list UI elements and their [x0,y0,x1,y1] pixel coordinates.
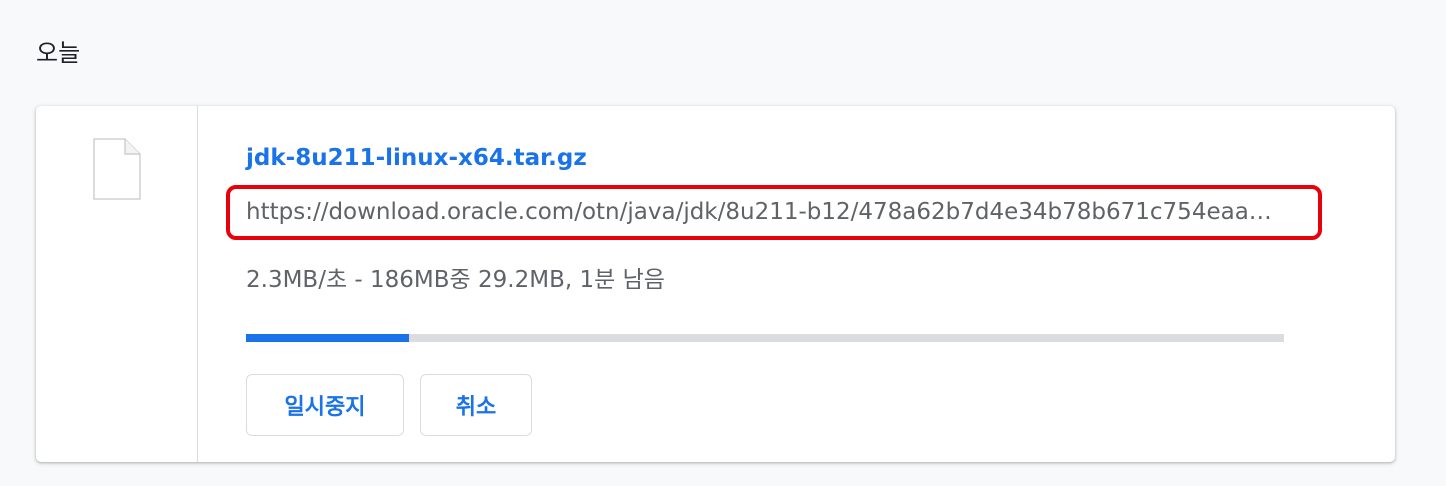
source-url: https://download.oracle.com/otn/java/jdk… [246,199,1272,225]
cancel-button[interactable]: 취소 [420,374,532,436]
section-heading-today: 오늘 [36,39,81,67]
pause-button[interactable]: 일시중지 [246,374,404,436]
file-icon-column [36,106,198,462]
download-card: jdk-8u211-linux-x64.tar.gz https://downl… [36,106,1395,462]
progress-bar-fill [246,334,409,342]
download-details: jdk-8u211-linux-x64.tar.gz https://downl… [246,106,1395,462]
file-icon [93,138,141,200]
download-status: 2.3MB/초 - 186MB중 29.2MB, 1분 남음 [246,267,665,293]
progress-bar [246,334,1284,342]
file-name-link[interactable]: jdk-8u211-linux-x64.tar.gz [246,142,587,174]
